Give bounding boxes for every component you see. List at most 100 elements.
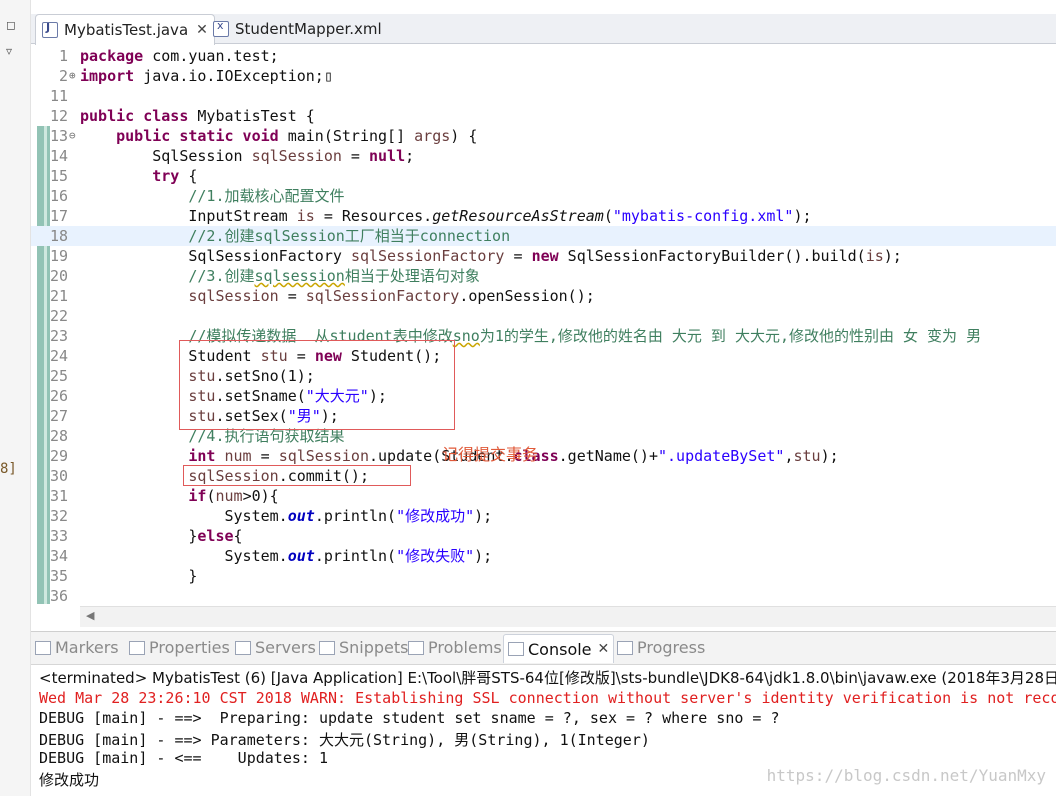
code-line[interactable]: 16 //1.加载核心配置文件 [31,186,1056,206]
tab-properties[interactable]: Properties [129,638,230,657]
scroll-left-icon[interactable]: ◀ [86,609,94,622]
code-line[interactable]: 29 int num = sqlSession.update(Student.c… [31,446,1056,466]
line-number: 21 [49,287,68,305]
left-marker-text: 8] [0,461,17,477]
tab-label: Properties [149,638,230,657]
line-number: 1 [58,47,68,65]
horizontal-scrollbar[interactable]: ◀ [80,606,1056,627]
left-collapsed-panel: ◻ ▿ 8] [0,0,31,796]
code-text: import java.io.IOException;▯ [80,67,333,85]
tab-mybatistest-java[interactable]: MybatisTest.java ✕ [35,14,215,45]
line-number: 27 [49,407,68,425]
console-line: DEBUG [main] - <== Updates: 1 [39,749,328,767]
line-number: 20 [49,267,68,285]
console-panel: Markers Properties Servers Snippets Prob… [31,631,1056,797]
tab-console[interactable]: Console ✕ [503,634,615,663]
tab-label: Progress [637,638,706,657]
line-number: 13 [49,127,68,145]
tab-servers[interactable]: Servers [235,638,316,657]
code-line[interactable]: 31 if(num>0){ [31,486,1056,506]
code-line[interactable]: 19 SqlSessionFactory sqlSessionFactory =… [31,246,1056,266]
code-line[interactable]: 18 //2.创建sqlSession工厂相当于connection [31,226,1056,246]
line-number: 16 [49,187,68,205]
console-line: 修改成功 [39,771,100,789]
progress-icon [617,640,633,655]
code-text: try { [152,167,198,185]
properties-icon [129,640,145,655]
line-number: 12 [49,107,68,125]
watermark: https://blog.csdn.net/YuanMxy [766,766,1046,785]
code-text: SqlSessionFactory sqlSessionFactory = ne… [80,247,902,265]
code-line[interactable]: 22 [31,306,1056,326]
line-number: 32 [49,507,68,525]
code-line[interactable]: 35 } [31,566,1056,586]
tab-problems[interactable]: Problems [408,638,502,657]
line-number: 31 [49,487,68,505]
console-tab-bar: Markers Properties Servers Snippets Prob… [31,632,1056,665]
line-number: 11 [49,87,68,105]
tab-progress[interactable]: Progress [617,638,705,657]
servers-icon [235,640,251,655]
line-number: 30 [49,467,68,485]
console-icon [508,642,524,656]
code-text: InputStream is = Resources.getResourceAs… [80,207,812,225]
line-number: 26 [49,387,68,405]
line-number: 25 [49,367,68,385]
tab-label: Markers [55,638,119,657]
tab-label: MybatisTest.java [64,21,189,39]
line-number: 17 [49,207,68,225]
console-line: Wed Mar 28 23:26:10 CST 2018 WARN: Estab… [39,689,1056,707]
tab-label: Snippets [339,638,409,657]
line-number: 2 [58,67,68,85]
code-line[interactable]: 11 [31,86,1056,106]
code-text: //3.创建sqlsession相当于处理语句对象 [188,267,480,285]
close-icon[interactable]: ✕ [598,641,610,657]
view-menu-icon[interactable]: ▿ [6,44,12,58]
console-line: DEBUG [main] - ==> Preparing: update stu… [39,709,780,727]
tab-label: Problems [428,638,502,657]
code-line[interactable]: 2 ⊕ import java.io.IOException;▯ [31,66,1056,86]
code-text: System.out.println("修改成功"); [80,507,493,525]
code-line[interactable]: 12 public class MybatisTest { [31,106,1056,126]
markers-icon [35,640,51,655]
minimize-icon[interactable]: ◻ [6,18,16,32]
java-file-icon [42,21,58,38]
line-number: 33 [49,527,68,545]
code-line[interactable]: 34 System.out.println("修改失败"); [31,546,1056,566]
console-line: DEBUG [main] - ==> Parameters: 大大元(Strin… [39,731,650,749]
code-text: public static void main(String[] args) { [116,127,478,145]
line-number: 14 [49,147,68,165]
code-line[interactable]: 32 System.out.println("修改成功"); [31,506,1056,526]
code-line[interactable]: 21 sqlSession = sqlSessionFactory.openSe… [31,286,1056,306]
line-number: 22 [49,307,68,325]
highlight-box-student [179,340,455,430]
xml-file-icon [213,19,229,37]
code-line[interactable]: 14 SqlSession sqlSession = null; [31,146,1056,166]
code-line[interactable]: 1 package com.yuan.test; [31,46,1056,66]
tab-label: Console [528,639,592,659]
code-area[interactable]: 1 package com.yuan.test; 2 ⊕ import java.io.… [31,44,1056,604]
fold-toggle-icon[interactable]: ⊖ [69,126,76,146]
terminated-status: <terminated> MybatisTest (6) [Java Appli… [39,669,1056,687]
tab-snippets[interactable]: Snippets [319,638,409,657]
line-number: 29 [49,447,68,465]
fold-toggle-icon[interactable]: ⊕ [69,66,76,86]
line-number: 15 [49,167,68,185]
code-text: //2.创建sqlSession工厂相当于connection [188,227,511,245]
tab-label: Servers [255,638,316,657]
line-number: 35 [49,567,68,585]
code-line[interactable]: 15 try { [31,166,1056,186]
line-number: 36 [49,587,68,604]
code-line[interactable]: 33 }else{ [31,526,1056,546]
tab-studentmapper-xml[interactable]: StudentMapper.xml [207,14,382,43]
problems-icon [408,640,424,655]
code-line[interactable]: 17 InputStream is = Resources.getResourc… [31,206,1056,226]
line-number: 28 [49,427,68,445]
code-text: //1.加载核心配置文件 [188,187,345,205]
code-line[interactable]: 13 ⊖ public static void main(String[] arg… [31,126,1056,146]
line-number: 34 [49,547,68,565]
editor-tab-bar: MybatisTest.java ✕ StudentMapper.xml [31,14,1056,45]
code-line[interactable]: 36 [31,586,1056,604]
tab-markers[interactable]: Markers [35,638,119,657]
code-line[interactable]: 20 //3.创建sqlsession相当于处理语句对象 [31,266,1056,286]
